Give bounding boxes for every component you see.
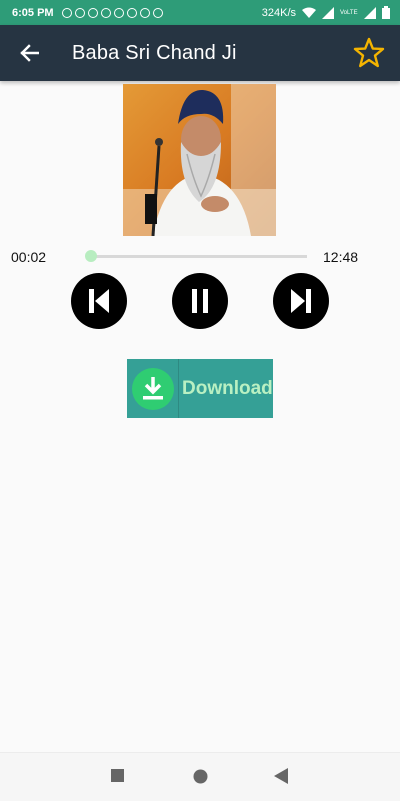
home-circle-icon[interactable] [193,769,208,784]
download-label: Download [182,377,273,399]
notification-icon [74,7,85,18]
notification-icon [152,7,163,18]
skip-previous-icon [89,289,109,313]
status-time: 6:05 PM [12,6,54,19]
notification-icon [61,7,72,18]
artist-photo [123,84,276,236]
skip-next-icon [291,289,311,313]
download-divider [178,359,179,418]
notification-icon [87,7,98,18]
next-button[interactable] [273,273,329,329]
signal-icon [322,6,334,19]
network-speed: 324K/s [261,6,296,19]
app-bar: Baba Sri Chand Ji [0,25,400,81]
seek-thumb[interactable] [84,250,97,262]
status-bar: 6:05 PM 324K/s VoLTE [0,0,400,25]
system-nav-bar [0,752,400,801]
current-time: 00:02 [11,249,47,265]
signal-icon [364,6,376,19]
pause-button[interactable] [172,273,228,329]
download-button[interactable]: Download [127,359,273,418]
notification-icons [61,7,163,18]
pause-icon [192,289,208,313]
notification-icon [126,7,137,18]
download-icon-circle [132,367,174,410]
back-triangle-icon[interactable] [274,768,288,784]
page-title: Baba Sri Chand Ji [72,41,237,64]
volte-label: VoLTE [340,9,358,16]
favorite-star-icon[interactable] [352,36,386,70]
wifi-icon [302,7,316,18]
arrow-left-icon [20,44,39,62]
notification-icon [113,7,124,18]
seek-bar[interactable] [84,250,307,262]
back-button[interactable] [16,40,42,66]
total-time: 12:48 [323,249,359,265]
recents-square-icon[interactable] [111,769,124,782]
notification-icon [139,7,150,18]
previous-button[interactable] [71,273,127,329]
download-icon [143,376,163,399]
battery-icon [382,6,390,19]
notification-icon [100,7,111,18]
